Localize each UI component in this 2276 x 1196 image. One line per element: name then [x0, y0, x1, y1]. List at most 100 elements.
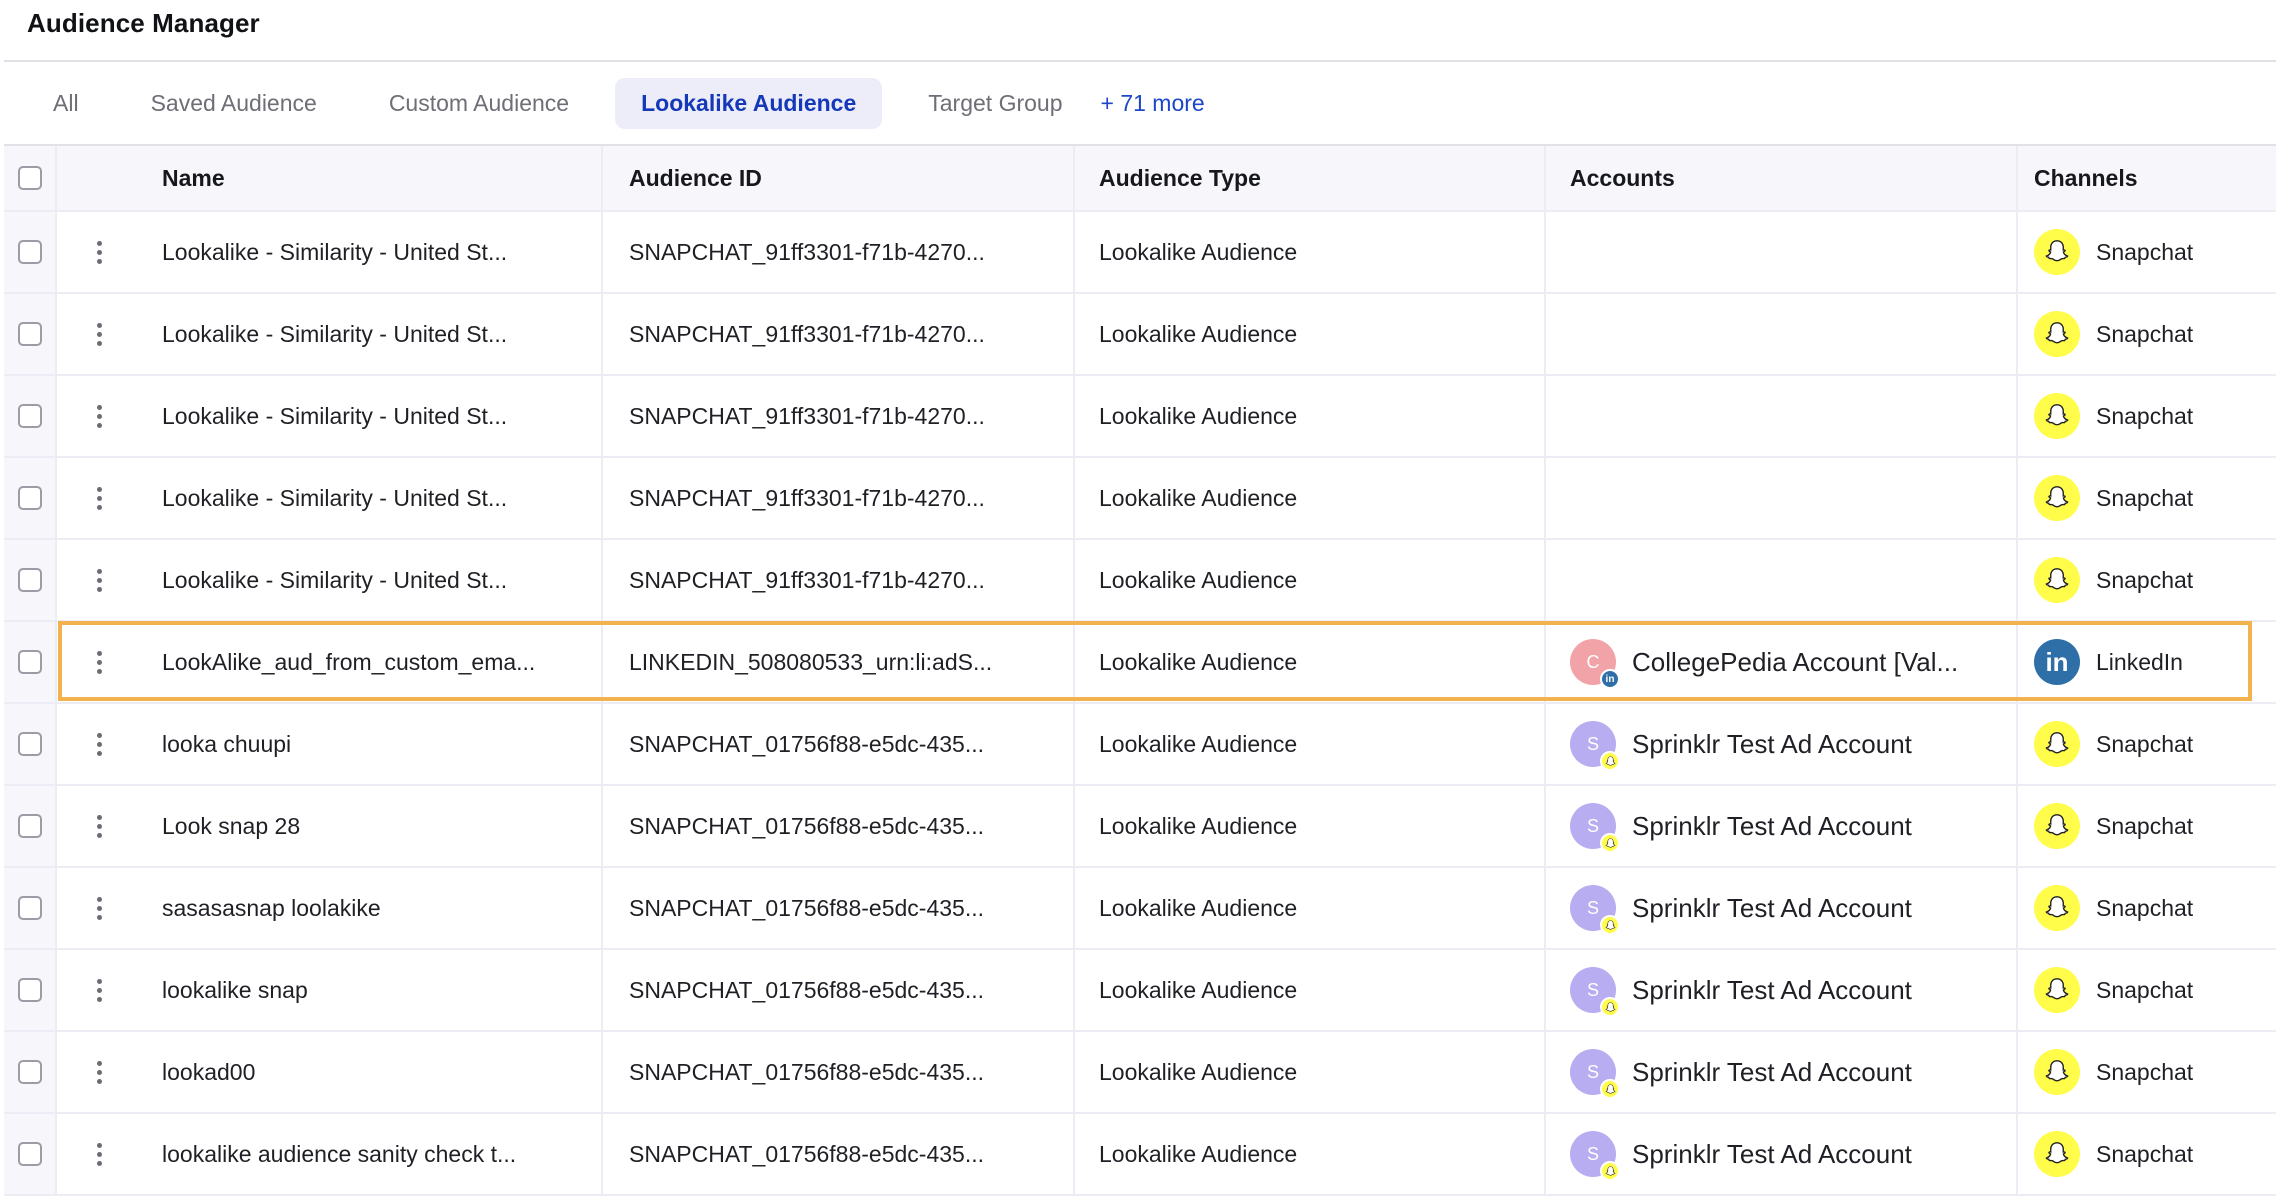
audience-id: SNAPCHAT_91ff3301-f71b-4270...	[603, 376, 1075, 456]
row-checkbox[interactable]	[17, 1142, 42, 1166]
channel-cell: Snapchat	[2018, 458, 2276, 538]
row-checkbox[interactable]	[17, 650, 42, 674]
audience-id: SNAPCHAT_91ff3301-f71b-4270...	[603, 294, 1075, 374]
header-menu-cell	[57, 146, 142, 210]
audience-name[interactable]: lookalike audience sanity check t...	[142, 1114, 603, 1194]
snapchat-icon	[2034, 885, 2080, 931]
more-options-icon[interactable]	[91, 1055, 108, 1090]
column-header-name[interactable]: Name	[142, 146, 603, 210]
audience-name[interactable]: Lookalike - Similarity - United St...	[142, 376, 603, 456]
more-options-icon[interactable]	[91, 235, 108, 270]
audience-name[interactable]: sasasasnap loolakike	[142, 868, 603, 948]
row-checkbox[interactable]	[17, 978, 42, 1002]
account-cell	[1546, 376, 2018, 456]
row-checkbox[interactable]	[17, 814, 42, 838]
row-menu-cell	[57, 786, 142, 866]
more-options-icon[interactable]	[91, 891, 108, 926]
row-select-cell	[4, 458, 57, 538]
audience-name[interactable]: lookad00	[142, 1032, 603, 1112]
audience-name[interactable]: looka chuupi	[142, 704, 603, 784]
tab-custom-audience[interactable]: Custom Audience	[363, 78, 595, 129]
audience-name[interactable]: LookAlike_aud_from_custom_ema...	[142, 622, 603, 702]
more-options-icon[interactable]	[91, 1137, 108, 1172]
more-options-icon[interactable]	[91, 645, 108, 680]
row-checkbox[interactable]	[17, 568, 42, 592]
tab-all[interactable]: All	[31, 78, 101, 129]
row-checkbox[interactable]	[17, 486, 42, 510]
more-options-icon[interactable]	[91, 481, 108, 516]
row-checkbox[interactable]	[17, 896, 42, 920]
audience-name[interactable]: Look snap 28	[142, 786, 603, 866]
table-row[interactable]: Lookalike - Similarity - United St... SN…	[4, 212, 2276, 294]
row-checkbox[interactable]	[17, 732, 42, 756]
more-options-icon[interactable]	[91, 317, 108, 352]
more-options-icon[interactable]	[91, 727, 108, 762]
column-header-audience-id[interactable]: Audience ID	[603, 146, 1075, 210]
column-header-channels[interactable]: Channels	[2018, 146, 2276, 210]
more-tabs-link[interactable]: + 71 more	[1101, 78, 1231, 129]
table-row[interactable]: lookalike audience sanity check t... SNA…	[4, 1114, 2276, 1196]
audience-type: Lookalike Audience	[1075, 704, 1546, 784]
snapchat-badge-icon	[1600, 1161, 1620, 1181]
column-header-accounts[interactable]: Accounts	[1546, 146, 2018, 210]
tab-target-group[interactable]: Target Group	[902, 78, 1088, 129]
row-checkbox[interactable]	[17, 240, 42, 264]
row-checkbox[interactable]	[17, 1060, 42, 1084]
table-row[interactable]: sasasasnap loolakike SNAPCHAT_01756f88-e…	[4, 868, 2276, 950]
audience-name[interactable]: Lookalike - Similarity - United St...	[142, 458, 603, 538]
snapchat-badge-icon	[1600, 1079, 1620, 1099]
table-row[interactable]: LookAlike_aud_from_custom_ema... LINKEDI…	[4, 622, 2276, 704]
row-menu-cell	[57, 1114, 142, 1194]
audience-id: SNAPCHAT_01756f88-e5dc-435...	[603, 1032, 1075, 1112]
table-row[interactable]: Lookalike - Similarity - United St... SN…	[4, 458, 2276, 540]
account-cell	[1546, 212, 2018, 292]
channel-cell: Snapchat	[2018, 950, 2276, 1030]
audience-tabs: All Saved Audience Custom Audience Looka…	[4, 62, 2276, 144]
more-options-icon[interactable]	[91, 809, 108, 844]
tab-lookalike-audience[interactable]: Lookalike Audience	[615, 77, 883, 129]
account-initial: C	[1586, 651, 1600, 672]
account-avatar: S	[1570, 1131, 1620, 1181]
table-row[interactable]: looka chuupi SNAPCHAT_01756f88-e5dc-435.…	[4, 704, 2276, 786]
channel-cell: Snapchat	[2018, 1032, 2276, 1112]
channel-name: Snapchat	[2096, 484, 2194, 511]
table-row[interactable]: lookalike snap SNAPCHAT_01756f88-e5dc-43…	[4, 950, 2276, 1032]
table-row[interactable]: Lookalike - Similarity - United St... SN…	[4, 376, 2276, 458]
row-select-cell	[4, 1032, 57, 1112]
account-initial: S	[1586, 815, 1599, 836]
table-row[interactable]: Lookalike - Similarity - United St... SN…	[4, 294, 2276, 376]
channel-name: Snapchat	[2096, 320, 2194, 347]
snapchat-icon	[2034, 1131, 2080, 1177]
more-options-icon[interactable]	[91, 399, 108, 434]
snapchat-icon	[2034, 721, 2080, 767]
audience-type: Lookalike Audience	[1075, 1114, 1546, 1194]
more-options-icon[interactable]	[91, 563, 108, 598]
tab-saved-audience[interactable]: Saved Audience	[125, 78, 343, 129]
more-options-icon[interactable]	[91, 973, 108, 1008]
audience-name[interactable]: Lookalike - Similarity - United St...	[142, 294, 603, 374]
column-header-audience-type[interactable]: Audience Type	[1075, 146, 1546, 210]
account-cell	[1546, 458, 2018, 538]
row-menu-cell	[57, 540, 142, 620]
channel-cell: Snapchat	[2018, 704, 2276, 784]
audience-id: SNAPCHAT_91ff3301-f71b-4270...	[603, 212, 1075, 292]
audience-name[interactable]: lookalike snap	[142, 950, 603, 1030]
audience-type: Lookalike Audience	[1075, 868, 1546, 948]
audience-name[interactable]: Lookalike - Similarity - United St...	[142, 540, 603, 620]
table-row[interactable]: Look snap 28 SNAPCHAT_01756f88-e5dc-435.…	[4, 786, 2276, 868]
row-menu-cell	[57, 868, 142, 948]
account-avatar: S	[1570, 885, 1620, 935]
row-checkbox[interactable]	[17, 322, 42, 346]
channel-name: Snapchat	[2096, 238, 2194, 265]
table-row[interactable]: lookad00 SNAPCHAT_01756f88-e5dc-435... L…	[4, 1032, 2276, 1114]
channel-cell: Snapchat	[2018, 1114, 2276, 1194]
audience-id: SNAPCHAT_01756f88-e5dc-435...	[603, 1114, 1075, 1194]
account-cell: S Sprinklr Test Ad Account	[1546, 786, 2018, 866]
select-all-checkbox[interactable]	[17, 166, 42, 190]
snapchat-icon	[2034, 393, 2080, 439]
table-row[interactable]: Lookalike - Similarity - United St... SN…	[4, 540, 2276, 622]
audience-name[interactable]: Lookalike - Similarity - United St...	[142, 212, 603, 292]
linkedin-icon: in	[2034, 639, 2080, 685]
row-checkbox[interactable]	[17, 404, 42, 428]
account-cell	[1546, 294, 2018, 374]
